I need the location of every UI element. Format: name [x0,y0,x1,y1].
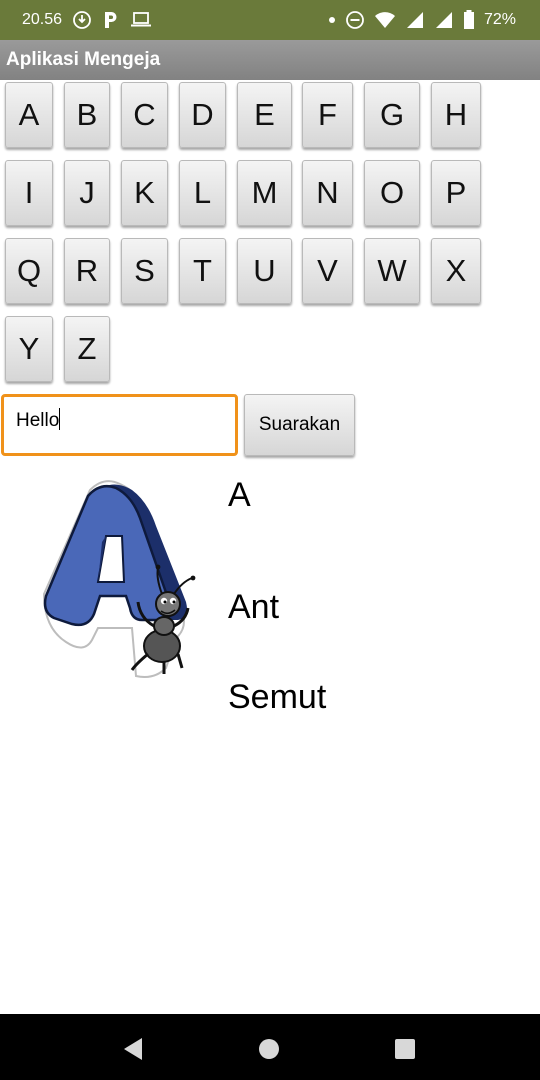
display-letter: A [228,476,251,514]
app-title-bar: Aplikasi Mengeja [0,40,540,80]
speak-button[interactable]: Suarakan [244,394,355,456]
key-p[interactable]: P [431,160,481,226]
key-o[interactable]: O [364,160,420,226]
navigation-bar [0,1014,540,1080]
download-icon [72,10,92,30]
text-cursor [59,408,61,430]
status-bar: 20.56 72% [0,0,540,40]
key-z[interactable]: Z [64,316,110,382]
key-s[interactable]: S [121,238,168,304]
do-not-disturb-icon [345,10,365,30]
key-t[interactable]: T [179,238,226,304]
display-word-indonesian: Semut [228,678,327,716]
key-y[interactable]: Y [5,316,53,382]
battery-percent: 72% [483,11,516,28]
key-v[interactable]: V [302,238,353,304]
key-k[interactable]: K [121,160,168,226]
key-w[interactable]: W [364,238,420,304]
display-word-english: Ant [228,588,280,626]
home-icon[interactable] [257,1036,281,1067]
key-r[interactable]: R [64,238,110,304]
key-g[interactable]: G [364,82,420,148]
speak-button-label: Suarakan [258,414,341,435]
parking-icon [102,10,120,30]
key-c[interactable]: C [121,82,168,148]
key-b[interactable]: B [64,82,110,148]
spell-text-value: Hello [16,410,60,431]
spell-text-input[interactable]: Hello [1,394,238,456]
key-n[interactable]: N [302,160,353,226]
status-time: 20.56 [22,11,63,28]
back-icon[interactable] [120,1036,146,1067]
signal-icon [405,11,425,29]
key-d[interactable]: D [179,82,226,148]
wifi-icon [374,11,396,29]
app-title: Aplikasi Mengeja [6,49,161,70]
signal-icon [434,11,454,29]
key-q[interactable]: Q [5,238,53,304]
battery-icon [463,10,475,30]
key-l[interactable]: L [179,160,226,226]
laptop-icon [130,11,152,29]
key-j[interactable]: J [64,160,110,226]
key-a[interactable]: A [5,82,53,148]
key-u[interactable]: U [237,238,292,304]
key-f[interactable]: F [302,82,353,148]
key-h[interactable]: H [431,82,481,148]
letter-a-ant-illustration [36,478,202,678]
dot-icon [328,16,336,24]
key-e[interactable]: E [237,82,292,148]
key-x[interactable]: X [431,238,481,304]
key-m[interactable]: M [237,160,292,226]
recents-icon[interactable] [393,1036,417,1067]
key-i[interactable]: I [5,160,53,226]
